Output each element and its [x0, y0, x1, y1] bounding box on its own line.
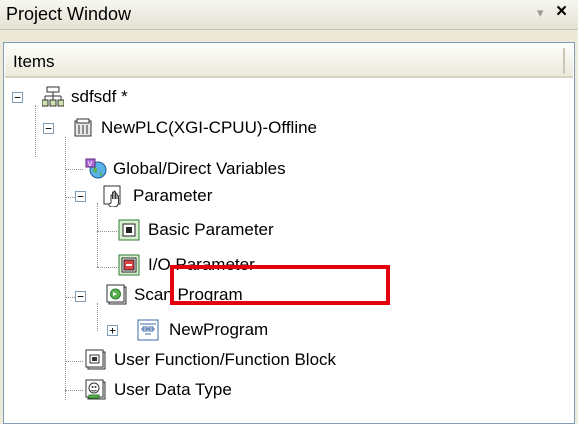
expander-new-program[interactable]: + [107, 325, 118, 336]
column-header[interactable]: Items [5, 44, 573, 78]
tree-line [97, 303, 98, 331]
close-icon[interactable]: × [556, 1, 567, 23]
hand-parameter-icon [103, 185, 121, 207]
tree-node-label: Parameter [133, 186, 213, 205]
tree-line [65, 169, 83, 170]
tree-line [97, 267, 117, 268]
tree-line [97, 203, 98, 267]
project-window: Project Window ▾ × Items − sdfsdf * − Ne… [0, 0, 578, 424]
tree-node-label: User Function/Function Block [114, 350, 337, 369]
tree-node-label: Global/Direct Variables [113, 159, 286, 178]
scan-program-icon [106, 284, 127, 305]
column-header-separator[interactable] [563, 48, 565, 74]
function-block-icon [85, 349, 106, 370]
expander-scan-program[interactable]: − [75, 291, 86, 302]
tree-node-label: User Data Type [114, 380, 232, 399]
tree-line [65, 390, 83, 391]
tree-panel: Items − sdfsdf * − NewPLC(XGI-CPUU)-Offl… [3, 42, 575, 424]
tree-line [97, 231, 117, 232]
tree-line [65, 361, 83, 362]
globe-variables-icon: V [85, 158, 107, 179]
expander-plc[interactable]: − [43, 123, 54, 134]
tree-node-label: NewPLC(XGI-CPUU)-Offline [101, 118, 318, 137]
io-parameter-icon [118, 254, 140, 276]
highlight-box [170, 265, 390, 305]
svg-text:V: V [88, 160, 93, 168]
expander-parameter[interactable]: − [75, 191, 86, 202]
plc-icon [74, 118, 92, 137]
project-tree: − sdfsdf * − NewPLC(XGI-CPUU)-Offline V … [4, 79, 574, 423]
pin-dropdown-icon[interactable]: ▾ [537, 5, 544, 21]
tree-node-label: Basic Parameter [148, 220, 274, 239]
expander-project[interactable]: − [12, 92, 23, 103]
window-title: Project Window [6, 4, 132, 24]
basic-parameter-icon [118, 219, 140, 241]
title-bar: Project Window ▾ × [0, 0, 578, 30]
tree-line [35, 105, 36, 157]
project-icon [42, 86, 64, 107]
data-type-icon [85, 379, 106, 400]
tree-node-label: sdfsdf * [71, 87, 128, 106]
program-icon [137, 319, 159, 341]
tree-node-label: NewProgram [169, 320, 269, 339]
column-header-label: Items [13, 52, 55, 71]
